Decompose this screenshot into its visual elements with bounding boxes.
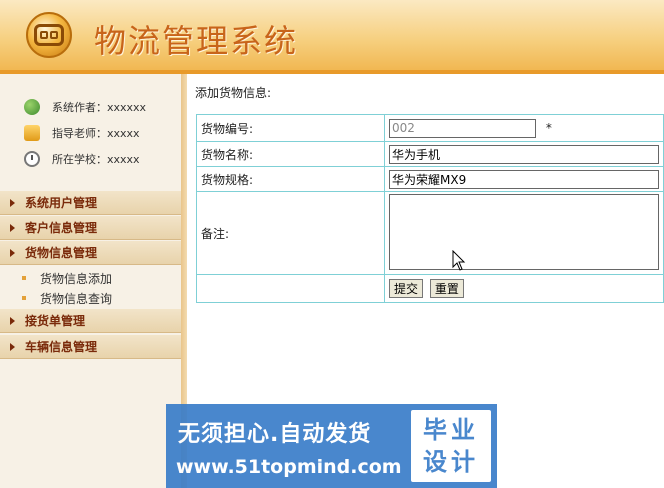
required-mark: * xyxy=(545,121,552,135)
remark-label: 备注: xyxy=(196,191,385,275)
goods-name-input[interactable] xyxy=(389,144,659,164)
form-row: 备注: xyxy=(196,191,664,275)
goods-code-label: 货物编号: xyxy=(196,114,385,142)
goods-spec-label: 货物规格: xyxy=(196,166,385,192)
form-row: 货物规格: xyxy=(196,166,664,192)
form-row: 货物编号: * xyxy=(196,114,664,142)
goods-name-cell xyxy=(384,141,664,167)
watermark-url: www.51topmind.com xyxy=(176,456,402,478)
app-title: 物流管理系统 xyxy=(94,22,299,60)
goods-name-label: 货物名称: xyxy=(196,141,385,167)
teacher-icon xyxy=(24,125,40,141)
menu-customers-label: 客户信息管理 xyxy=(25,221,98,235)
user-group-icon xyxy=(24,99,40,115)
form-row: 提交 重置 xyxy=(196,274,664,303)
watermark-badge-line1: 毕业 xyxy=(423,416,479,444)
menu-goods-add[interactable]: 货物信息添加 xyxy=(22,268,112,288)
author-info: 系统作者：xxxxxx xyxy=(24,97,146,117)
mouse-pointer-icon xyxy=(452,250,466,271)
school-info-label: 所在学校：xxxxx xyxy=(52,153,140,166)
teacher-info: 指导老师：xxxxx xyxy=(24,123,140,143)
app-logo-icon xyxy=(26,12,72,58)
menu-receipts-label: 接货单管理 xyxy=(25,314,86,328)
watermark-badge-line2: 设计 xyxy=(423,448,479,476)
menu-goods-add-label: 货物信息添加 xyxy=(40,271,113,286)
goods-form: 货物编号: * 货物名称: 货物规格: 备注: 提交 重置 xyxy=(196,114,664,303)
form-row: 货物名称: xyxy=(196,141,664,167)
actions-cell: 提交 重置 xyxy=(384,274,664,303)
menu-goods-query[interactable]: 货物信息查询 xyxy=(22,288,112,308)
empty-cell xyxy=(196,274,385,303)
triangle-right-icon xyxy=(10,198,15,207)
menu-system-users-label: 系统用户管理 xyxy=(25,196,98,210)
page-title: 添加货物信息: xyxy=(195,86,272,100)
watermark-slogan: 无须担心.自动发货 xyxy=(178,422,372,447)
menu-customers[interactable]: 客户信息管理 xyxy=(0,216,181,240)
watermark-badge: 毕业 设计 xyxy=(411,410,491,482)
bullet-icon xyxy=(22,276,26,280)
menu-system-users[interactable]: 系统用户管理 xyxy=(0,191,181,215)
submit-button[interactable]: 提交 xyxy=(389,279,424,298)
triangle-right-icon xyxy=(10,342,15,351)
remark-textarea[interactable] xyxy=(389,193,659,270)
goods-code-input[interactable] xyxy=(389,118,536,138)
menu-vehicles-label: 车辆信息管理 xyxy=(25,340,98,354)
remark-cell xyxy=(384,191,664,275)
reset-button[interactable]: 重置 xyxy=(429,279,464,298)
goods-spec-cell xyxy=(384,166,664,192)
school-info: 所在学校：xxxxx xyxy=(24,149,140,169)
author-info-label: 系统作者：xxxxxx xyxy=(52,101,147,114)
menu-vehicles[interactable]: 车辆信息管理 xyxy=(0,335,181,359)
menu-goods-label: 货物信息管理 xyxy=(25,246,98,260)
triangle-right-icon xyxy=(10,248,15,257)
goods-code-cell: * xyxy=(384,114,664,142)
triangle-right-icon xyxy=(10,223,15,232)
menu-goods-query-label: 货物信息查询 xyxy=(40,291,113,306)
clock-icon xyxy=(24,151,40,167)
teacher-info-label: 指导老师：xxxxx xyxy=(52,127,140,140)
goods-spec-input[interactable] xyxy=(389,169,659,189)
menu-receipts[interactable]: 接货单管理 xyxy=(0,309,181,333)
app-header: 物流管理系统 xyxy=(0,0,664,74)
menu-goods[interactable]: 货物信息管理 xyxy=(0,241,181,265)
triangle-right-icon xyxy=(10,316,15,325)
watermark-banner: 无须担心.自动发货 www.51topmind.com 毕业 设计 xyxy=(166,404,497,488)
bullet-icon xyxy=(22,296,26,300)
